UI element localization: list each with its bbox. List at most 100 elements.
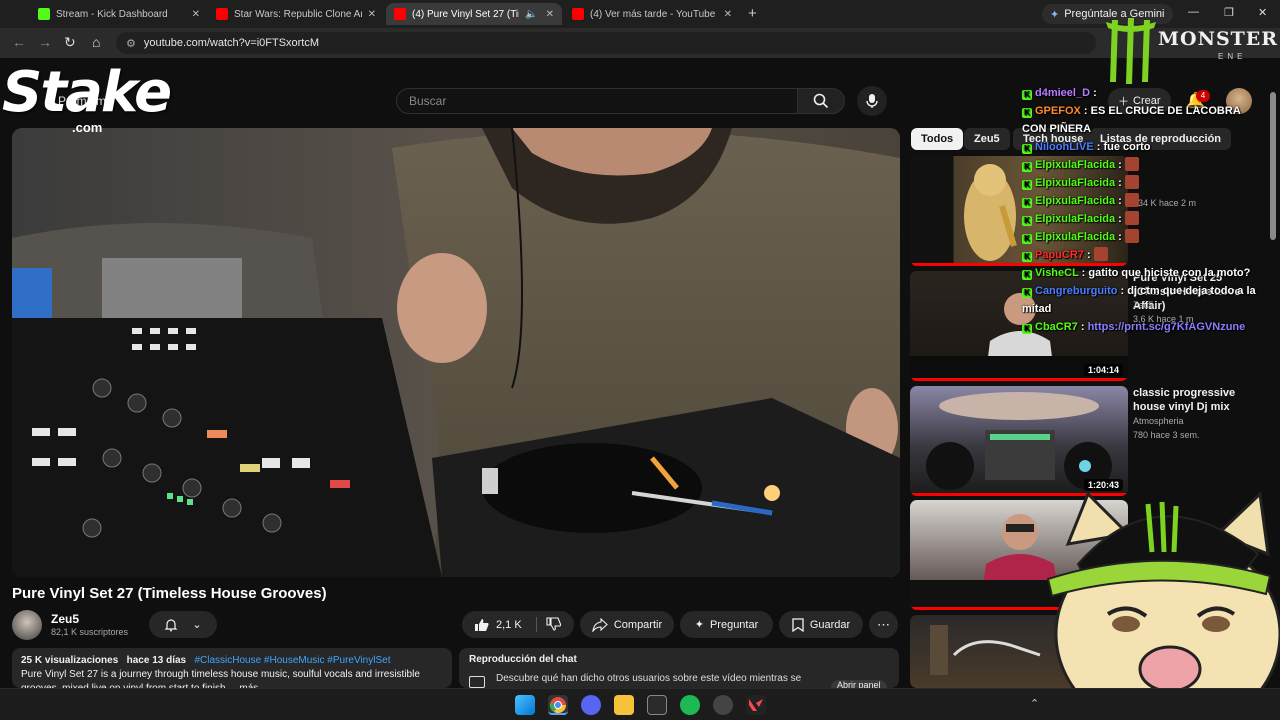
video-title: Pure Vinyl Set 27 (Timeless House Groove… xyxy=(12,585,327,602)
live-chat-heading: Reproducción del chat xyxy=(469,654,577,665)
sidebar-scrollbar[interactable] xyxy=(1270,92,1276,240)
search-placeholder: Buscar xyxy=(409,94,447,108)
emote-icon xyxy=(1124,157,1139,171)
microphone-icon xyxy=(866,94,878,108)
tab-label: (4) Pure Vinyl Set 27 (Timele xyxy=(412,8,519,20)
close-icon[interactable]: ✕ xyxy=(546,9,554,20)
chrome-icon[interactable] xyxy=(548,695,568,715)
chat-username: ElpixulaFlacida xyxy=(1035,177,1116,189)
reload-icon[interactable]: ↻ xyxy=(64,34,76,51)
channel-name[interactable]: Zeu5 xyxy=(51,612,79,626)
new-tab-button[interactable]: + xyxy=(748,5,757,22)
valorant-icon[interactable] xyxy=(746,695,766,715)
ask-button[interactable]: ✦ Preguntar xyxy=(680,611,773,638)
tab-pure-vinyl-set[interactable]: (4) Pure Vinyl Set 27 (Timele 🔈 ✕ xyxy=(386,3,562,25)
media-player-icon[interactable] xyxy=(647,695,667,715)
like-button[interactable]: 2,1 K xyxy=(474,618,522,632)
recommended-video-thumbnail[interactable]: 1:20:43 xyxy=(910,386,1128,496)
open-panel-button[interactable]: Abrir panel xyxy=(831,680,887,688)
live-chat-replay-box: Reproducción del chat Descubre qué han d… xyxy=(459,648,899,688)
chat-message: K Cangreburguito : dj ctm que deja todo a… xyxy=(1022,285,1256,315)
home-icon[interactable]: ⌂ xyxy=(92,34,100,50)
hashtags[interactable]: #ClassicHouse #HouseMusic #PureVinylSet xyxy=(194,655,390,666)
stream-chat-overlay: Kd4mieel_D : K GPEFOX : ES EL CRUCE DE LA… xyxy=(1022,84,1258,336)
chat-message: K GPEFOX : ES EL CRUCE DE LACOBRA CON PIÑ… xyxy=(1022,105,1241,135)
kick-badge-icon: K xyxy=(1022,216,1032,226)
tab-kick-dashboard[interactable]: Stream - Kick Dashboard ✕ xyxy=(30,3,208,25)
save-button[interactable]: Guardar xyxy=(779,611,863,638)
forward-icon[interactable]: → xyxy=(38,34,52,50)
monster-logo-text: MONSTER xyxy=(1158,28,1279,50)
search-icon xyxy=(813,93,829,109)
like-divider xyxy=(536,617,537,632)
more-icon: ⋯ xyxy=(877,616,890,632)
cat-mascot-overlay xyxy=(1038,484,1280,720)
gemini-icon: ✦ xyxy=(1050,8,1060,21)
channel-avatar[interactable] xyxy=(12,610,42,640)
video-player[interactable] xyxy=(12,128,900,577)
chat-username: PapuCR7 xyxy=(1035,249,1084,261)
video-title[interactable]: classic progressive house vinyl Dj mix xyxy=(1133,386,1258,414)
video-meta-row: 780 hace 3 sem. xyxy=(1133,430,1200,440)
chat-link[interactable]: https://prnt.sc/g7KfAGVNzune xyxy=(1088,321,1246,333)
chevron-up-icon[interactable]: ⌃ xyxy=(1030,697,1039,710)
cat-mascot-image xyxy=(1046,490,1280,720)
tab-label: (4) Ver más tarde - YouTube xyxy=(590,8,716,20)
kick-badge-icon: K xyxy=(1022,270,1032,280)
speaker-icon[interactable]: 🔈 xyxy=(525,9,537,20)
youtube-premium-logo[interactable]: Premium xyxy=(58,94,106,108)
back-icon[interactable]: ← xyxy=(12,34,26,50)
windows-start-icon[interactable] xyxy=(515,695,535,715)
file-explorer-icon[interactable] xyxy=(614,695,634,715)
chat-username: CbaCR7 xyxy=(1035,321,1078,333)
search-button[interactable] xyxy=(797,88,845,114)
like-count: 2,1 K xyxy=(496,618,522,631)
emote-icon xyxy=(1124,229,1139,243)
kick-badge-icon: K xyxy=(1022,234,1032,244)
chip-todos[interactable]: Todos xyxy=(911,128,964,150)
subscribed-button[interactable]: ⌄ xyxy=(149,611,217,638)
kick-badge-icon: K xyxy=(1022,90,1032,100)
address-bar-row: ← → ↻ ⌂ ⚙ youtube.com/watch?v=i0FTSxortc… xyxy=(0,28,1280,58)
chat-message: K CbaCR7 : https://prnt.sc/g7KfAGVNzune xyxy=(1022,318,1258,336)
video-frame xyxy=(12,128,900,577)
tab-star-wars[interactable]: Star Wars: Republic Clone Army ✕ xyxy=(208,3,384,25)
dislike-button[interactable] xyxy=(546,617,562,634)
voice-search-button[interactable] xyxy=(857,86,887,116)
sparkle-icon: ✦ xyxy=(694,619,704,631)
share-button[interactable]: Compartir xyxy=(580,611,674,638)
valorant-logo xyxy=(749,699,763,711)
emote-icon xyxy=(1093,247,1108,261)
chat-message: K PapuCR7 : xyxy=(1022,246,1258,264)
video-meta: 780 hace 3 sem. xyxy=(1133,430,1200,440)
chat-username: ElpixulaFlacida xyxy=(1035,231,1116,243)
url-text: youtube.com/watch?v=i0FTSxortcM xyxy=(143,37,320,49)
youtube-icon xyxy=(572,8,584,20)
close-icon[interactable]: ✕ xyxy=(724,9,732,20)
description-box[interactable]: 25 K visualizaciones hace 13 días #Class… xyxy=(12,648,452,688)
upload-age: hace 13 días xyxy=(126,655,187,666)
video-channel[interactable]: Atmospheria xyxy=(1133,416,1184,426)
discord-icon[interactable] xyxy=(581,695,601,715)
browser-tab-bar: Stream - Kick Dashboard ✕ Star Wars: Rep… xyxy=(0,0,1280,28)
emote-icon xyxy=(1124,211,1139,225)
more-actions-button[interactable]: ⋯ xyxy=(869,611,898,638)
bell-icon xyxy=(164,618,178,631)
tab-ver-mas-tarde[interactable]: (4) Ver más tarde - YouTube ✕ xyxy=(564,3,740,25)
spotify-icon[interactable] xyxy=(680,695,700,715)
kick-icon xyxy=(38,8,50,20)
stake-logo-text: Stake xyxy=(2,60,172,125)
monster-logo-subtext: ENE xyxy=(1218,52,1247,61)
close-icon[interactable]: ✕ xyxy=(368,9,376,20)
kick-badge-icon: K xyxy=(1022,324,1032,334)
chat-icon xyxy=(469,676,485,688)
search-input[interactable]: Buscar xyxy=(396,88,798,114)
obs-icon[interactable] xyxy=(713,695,733,715)
chat-text: gatito que hiciste con la moto? xyxy=(1088,267,1251,279)
url-field[interactable]: ⚙ youtube.com/watch?v=i0FTSxortcM xyxy=(116,32,1096,54)
site-info-icon[interactable]: ⚙ xyxy=(126,37,136,50)
live-chat-description: Descubre qué han dicho otros usuarios so… xyxy=(496,673,802,684)
chip-zeu5[interactable]: Zeu5 xyxy=(964,128,1010,150)
close-icon[interactable]: ✕ xyxy=(192,9,200,20)
watch-progress-bar xyxy=(910,378,1128,381)
